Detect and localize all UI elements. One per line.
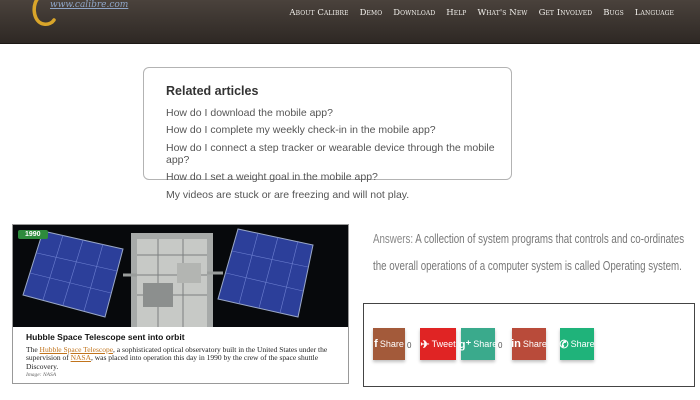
googleplus-icon: g⁺ xyxy=(458,338,472,351)
main-nav: About Calibre Demo Download Help What's … xyxy=(289,0,674,26)
hubble-telescope-image xyxy=(13,225,348,327)
hubble-description: The Hubble Space Telescope, a sophistica… xyxy=(26,345,337,371)
related-article-link[interactable]: How do I connect a step tracker or weara… xyxy=(166,142,501,166)
top-navigation-bar: www.calibre.com About Calibre Demo Downl… xyxy=(0,0,700,44)
whatsapp-share-button[interactable]: ✆ Share xyxy=(559,328,595,360)
nav-help[interactable]: Help xyxy=(446,8,466,18)
related-article-link[interactable]: My videos are stuck or are freezing and … xyxy=(166,189,501,202)
share-label: Share xyxy=(379,339,404,349)
linkedin-share-button[interactable]: in Share xyxy=(511,328,547,360)
year-badge: 1990 xyxy=(18,230,48,239)
googleplus-share-count: 0 xyxy=(498,341,503,350)
twitter-icon: ✈ xyxy=(420,338,430,351)
related-article-link[interactable]: How do I complete my weekly check-in in … xyxy=(166,124,501,137)
nav-language[interactable]: Language xyxy=(635,8,674,18)
share-label: Share xyxy=(522,339,547,349)
related-articles-title: Related articles xyxy=(166,84,259,98)
logo-text[interactable]: www.calibre.com xyxy=(50,0,128,10)
facebook-share-button[interactable]: f Share xyxy=(373,328,405,360)
tweet-label: Tweet xyxy=(431,339,456,349)
hubble-headline: Hubble Space Telescope sent into orbit xyxy=(26,332,185,342)
facebook-icon: f xyxy=(374,338,378,350)
related-article-link[interactable]: How do I set a weight goal in the mobile… xyxy=(166,171,501,184)
share-label: Share xyxy=(570,339,595,349)
nav-demo[interactable]: Demo xyxy=(360,8,383,18)
answer-prefix: Answers: xyxy=(373,232,414,246)
linkedin-icon: in xyxy=(511,338,521,350)
facebook-share-count: 0 xyxy=(407,341,412,350)
nav-bugs[interactable]: Bugs xyxy=(603,8,624,18)
share-label: Share xyxy=(473,339,498,349)
related-article-link[interactable]: How do I download the mobile app? xyxy=(166,107,501,120)
answer-text: Answers: A collection of system programs… xyxy=(373,226,693,280)
answer-body: A collection of system programs that con… xyxy=(373,232,685,273)
whatsapp-icon: ✆ xyxy=(559,338,569,351)
image-credit: Image: NASA xyxy=(26,371,57,378)
nasa-link[interactable]: NASA xyxy=(71,353,91,362)
hubble-history-card: 1990 Hubble Space Telescope sent into or… xyxy=(12,224,349,384)
nav-download[interactable]: Download xyxy=(393,8,435,18)
nav-whats-new[interactable]: What's New xyxy=(477,8,527,18)
nav-get-involved[interactable]: Get Involved xyxy=(539,8,593,18)
nav-about-calibre[interactable]: About Calibre xyxy=(289,8,348,18)
googleplus-share-button[interactable]: g⁺ Share xyxy=(458,328,498,360)
hubble-caption: Hubble Space Telescope sent into orbit T… xyxy=(13,327,348,383)
twitter-tweet-button[interactable]: ✈ Tweet xyxy=(420,328,456,360)
